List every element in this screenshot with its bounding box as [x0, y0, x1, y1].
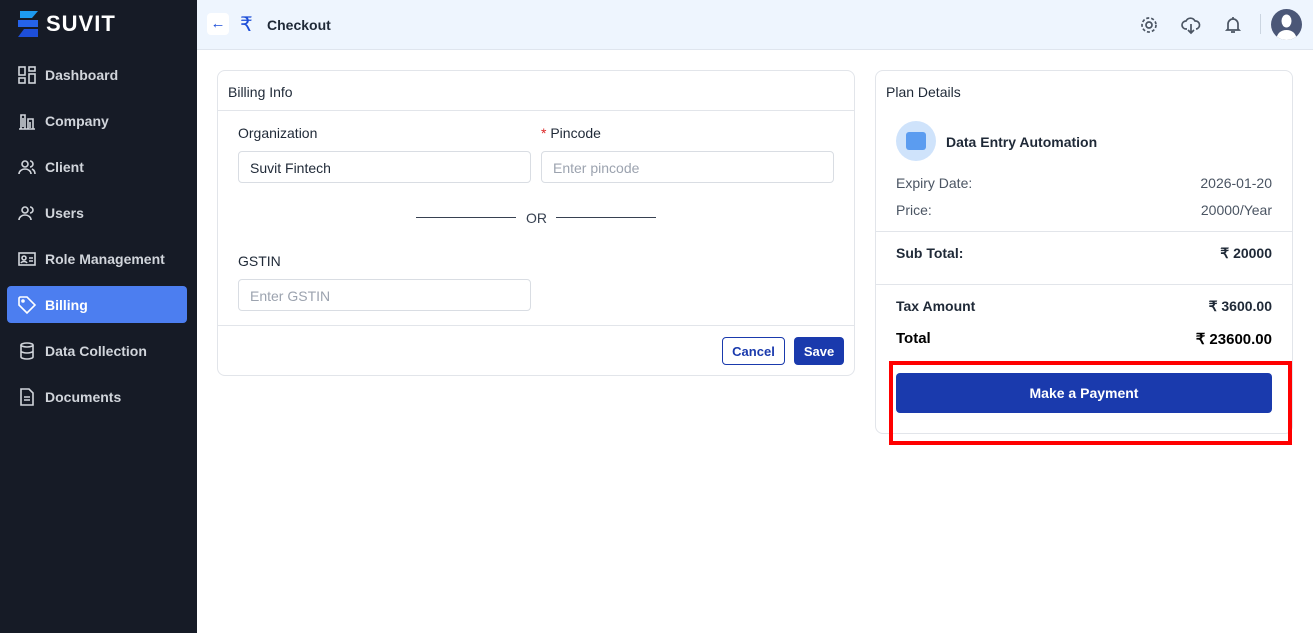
sidebar-item-label: Users: [45, 204, 84, 221]
cancel-button[interactable]: Cancel: [722, 337, 785, 365]
tax-value: ₹ 3600.00: [1208, 298, 1272, 314]
sidebar-item-label: Role Management: [45, 250, 165, 267]
required-marker: *: [541, 125, 547, 141]
sidebar-item-users[interactable]: Users: [7, 194, 187, 231]
highlight-box: [889, 361, 1292, 445]
divider: [876, 284, 1292, 285]
pincode-label: Pincode: [550, 125, 601, 141]
price-value: 20000/Year: [1200, 202, 1272, 218]
client-icon: [18, 159, 36, 174]
divider: [416, 217, 516, 218]
billing-info-card: Billing Info Organization * Pincode Suvi…: [217, 70, 855, 376]
sidebar-item-label: Billing: [45, 296, 88, 313]
logo: SUVIT: [16, 9, 116, 39]
divider: [1260, 14, 1261, 34]
divider: [218, 325, 854, 326]
card-title: Plan Details: [886, 84, 961, 100]
back-arrow-icon[interactable]: ←: [207, 13, 229, 35]
total-label: Total: [896, 330, 931, 347]
tag-icon: [18, 295, 37, 314]
divider: [556, 217, 656, 218]
sidebar-item-label: Documents: [45, 388, 122, 405]
sidebar-item-label: Client: [45, 158, 84, 175]
building-icon: [19, 113, 35, 130]
sidebar-item-documents[interactable]: Documents: [7, 378, 187, 415]
cloud-download-icon[interactable]: [1181, 15, 1201, 35]
rupee-icon: ₹: [240, 14, 253, 36]
sidebar-item-company[interactable]: Company: [7, 102, 187, 139]
page-title: Checkout: [267, 17, 331, 33]
organization-label: Organization: [238, 125, 318, 141]
gstin-label: GSTIN: [238, 253, 281, 269]
subtotal-label: Sub Total:: [896, 245, 964, 261]
total-value: ₹ 23600.00: [1195, 331, 1272, 348]
sidebar: SUVIT Dashboard Company Client Users Rol…: [0, 0, 197, 633]
subtotal-value: ₹ 20000: [1220, 245, 1272, 261]
sidebar-item-data-collection[interactable]: Data Collection: [7, 332, 187, 369]
divider: [876, 231, 1292, 232]
expiry-value: 2026-01-20: [1200, 175, 1272, 191]
sidebar-item-label: Data Collection: [45, 342, 147, 359]
settings-icon[interactable]: [1139, 15, 1159, 35]
tax-label: Tax Amount: [896, 298, 976, 314]
card-title: Billing Info: [218, 71, 854, 111]
pincode-input[interactable]: Enter pincode: [541, 151, 834, 183]
expiry-label: Expiry Date:: [896, 175, 973, 191]
sidebar-item-label: Dashboard: [45, 66, 119, 83]
price-label: Price:: [896, 202, 932, 218]
avatar[interactable]: [1271, 9, 1302, 40]
suvit-logo-icon: [18, 11, 38, 37]
gstin-input[interactable]: Enter GSTIN: [238, 279, 531, 311]
sidebar-item-client[interactable]: Client: [7, 148, 187, 185]
save-button[interactable]: Save: [794, 337, 844, 365]
brand-name: SUVIT: [46, 11, 116, 36]
sidebar-item-billing[interactable]: Billing: [7, 286, 187, 323]
dashboard-icon: [18, 65, 36, 84]
role-icon: [18, 251, 36, 266]
users-icon: [18, 205, 34, 220]
topbar: ← ₹ Checkout: [197, 0, 1313, 50]
plan-name: Data Entry Automation: [946, 134, 1098, 150]
bell-icon[interactable]: [1223, 15, 1243, 35]
organization-input[interactable]: Suvit Fintech: [238, 151, 531, 183]
or-separator: OR: [526, 210, 547, 226]
document-icon: [20, 387, 34, 406]
plan-icon: [896, 121, 936, 161]
sidebar-item-role-management[interactable]: Role Management: [7, 240, 187, 277]
sidebar-item-dashboard[interactable]: Dashboard: [7, 56, 187, 93]
sidebar-item-label: Company: [45, 112, 109, 129]
database-icon: [20, 341, 34, 360]
